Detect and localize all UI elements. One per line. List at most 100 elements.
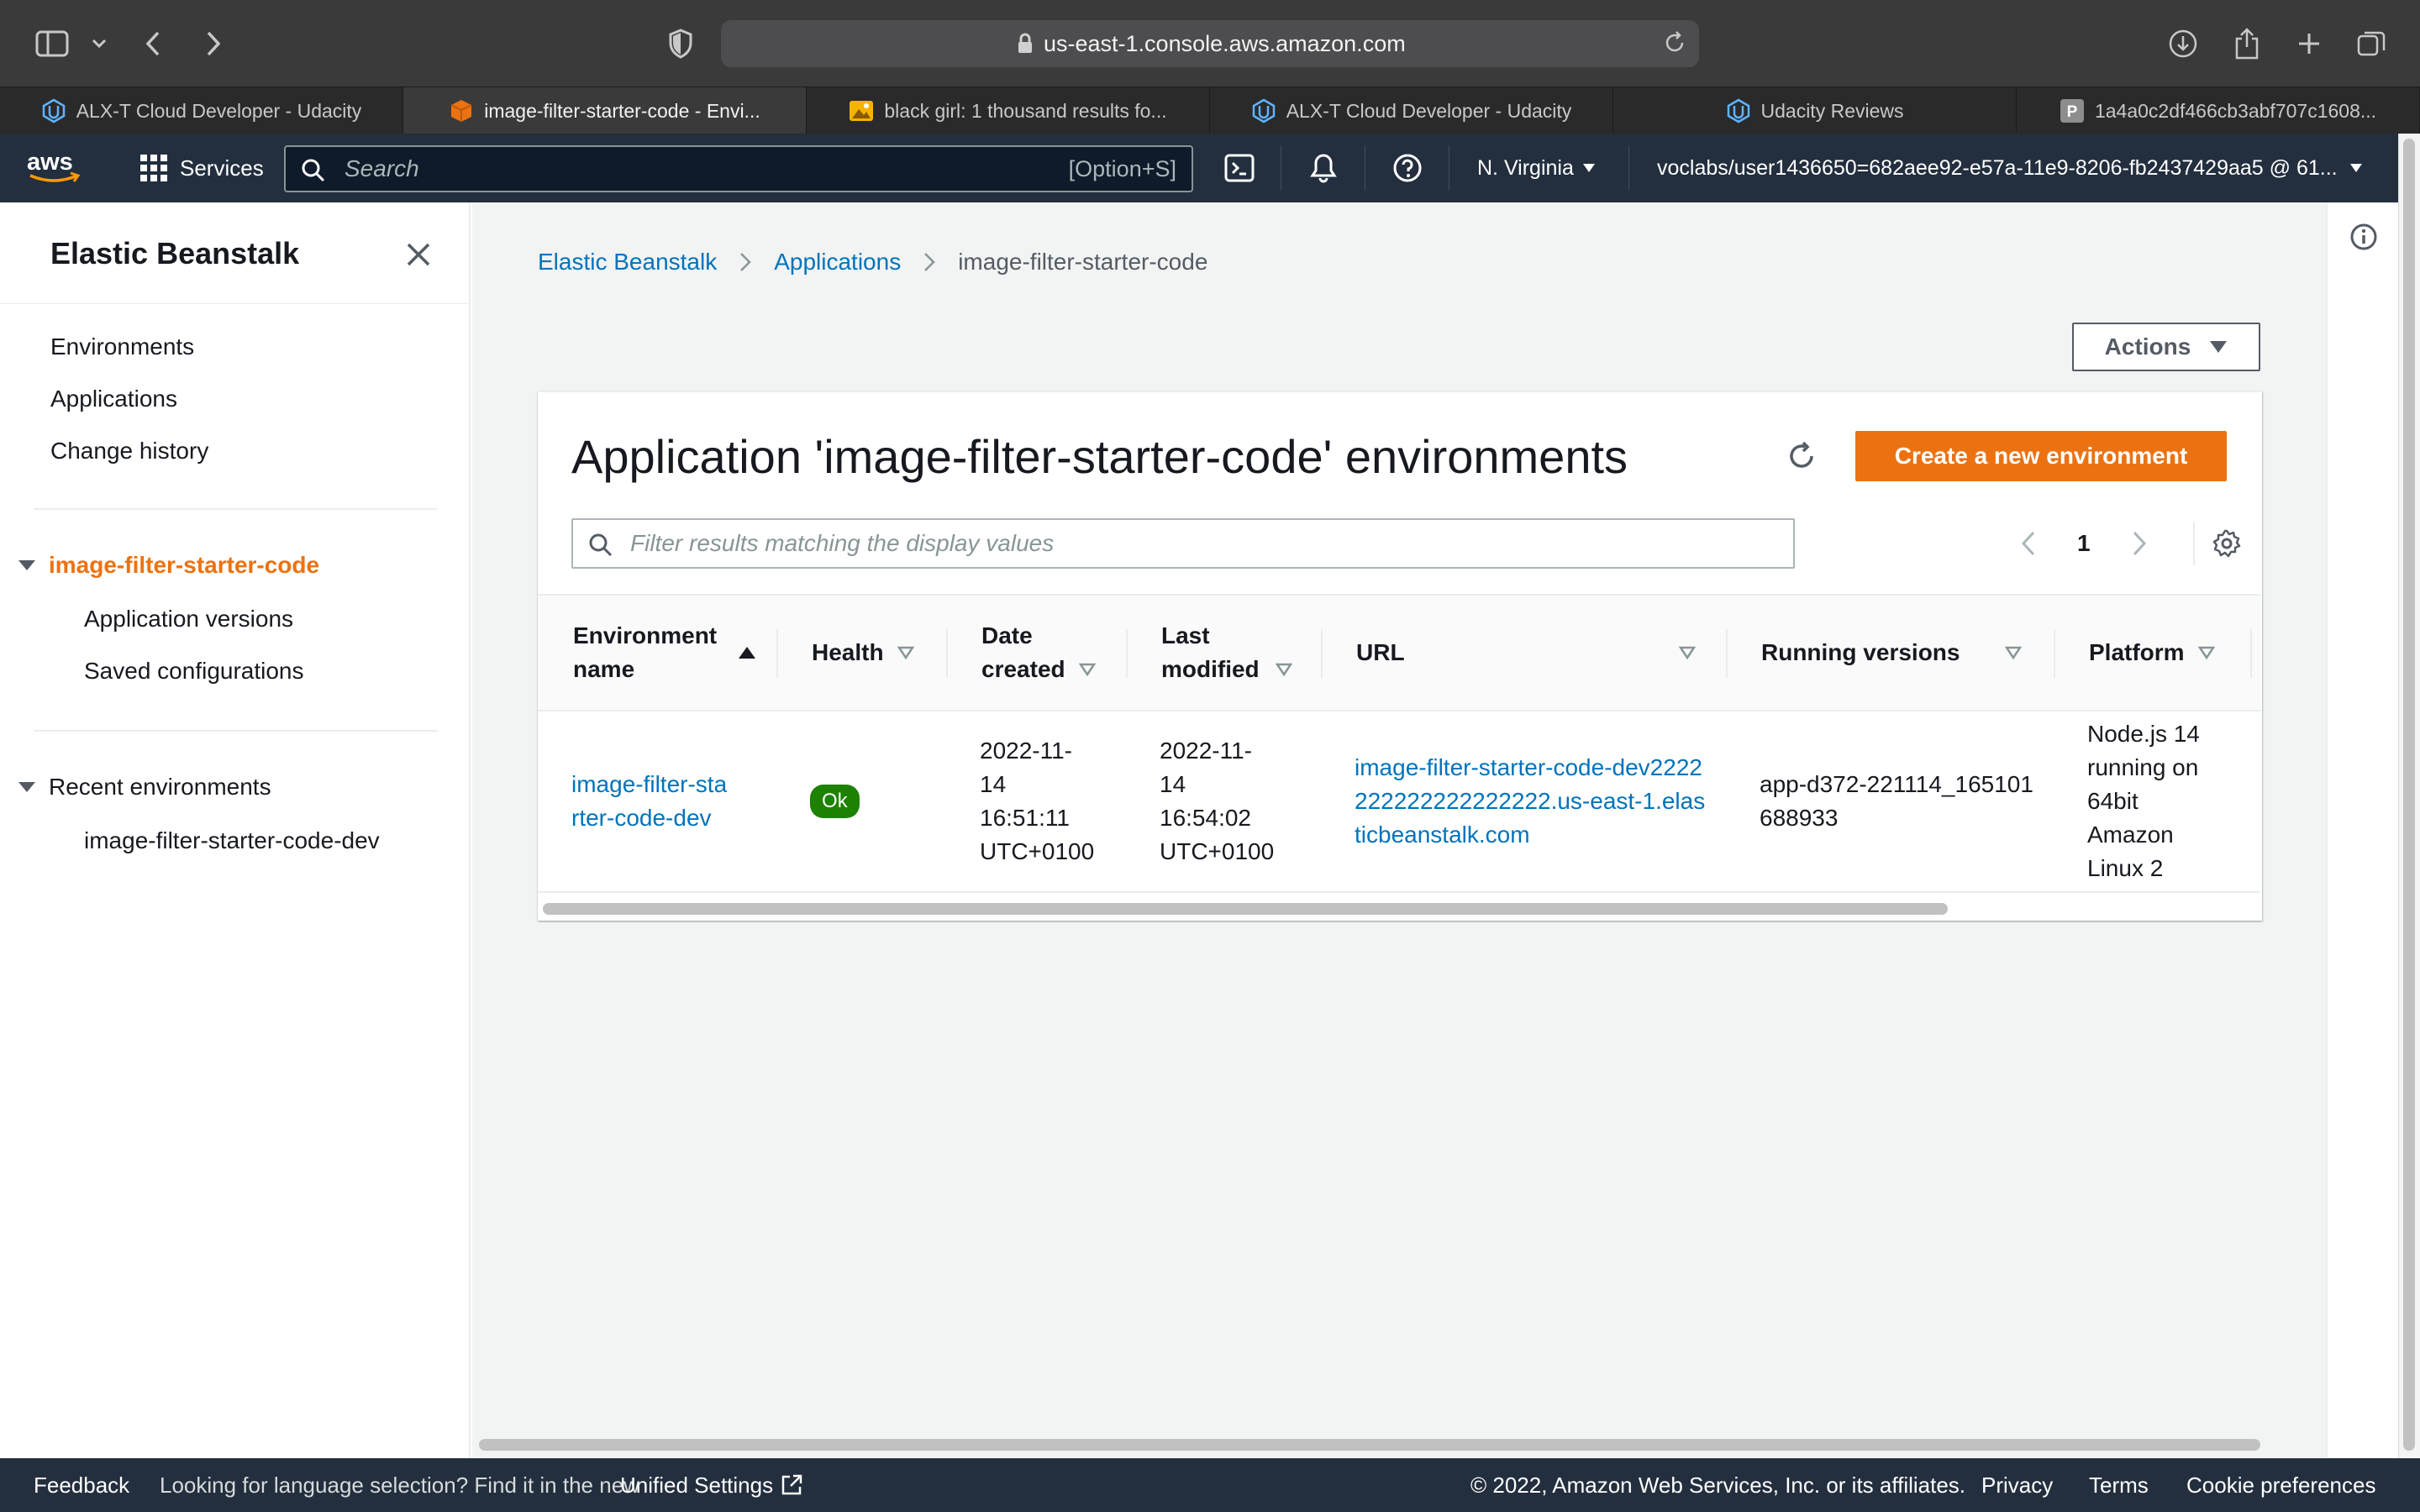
udacity-icon (1726, 98, 1751, 123)
notifications-bell-icon[interactable] (1304, 149, 1343, 187)
environments-table-panel: Application 'image-filter-starter-code' … (538, 391, 2262, 921)
tab-bar: ALX-T Cloud Developer - Udacity image-fi… (0, 87, 2420, 134)
account-menu[interactable]: voclabs/user1436650=682aee92-e57a-11e9-8… (1657, 134, 2363, 202)
table-horizontal-scrollbar[interactable] (538, 891, 2260, 920)
search-input[interactable] (345, 147, 933, 191)
sidebar-item-saved-configurations[interactable]: Saved configurations (84, 658, 304, 685)
breadcrumb-applications[interactable]: Applications (774, 249, 901, 276)
refresh-icon[interactable] (1781, 436, 1822, 476)
services-menu-button[interactable]: Services (139, 134, 264, 202)
scrollbar-thumb[interactable] (2403, 139, 2415, 1451)
external-link-icon (780, 1473, 803, 1497)
browser-tab[interactable]: P 1a4a0c2df466cb3abf707c1608... (2017, 87, 2420, 134)
privacy-shield-icon[interactable] (662, 25, 699, 62)
column-separator (946, 629, 948, 678)
column-header-running-versions[interactable]: Running versions (1761, 596, 2022, 710)
chevron-right-icon[interactable] (2128, 518, 2151, 569)
column-header-platform[interactable]: Platform (2089, 596, 2240, 710)
forward-icon[interactable] (195, 25, 232, 62)
lock-icon (1017, 33, 1034, 55)
cookie-preferences-link[interactable]: Cookie preferences (2186, 1458, 2375, 1512)
sidebar-divider (34, 508, 437, 510)
terms-link[interactable]: Terms (2089, 1458, 2149, 1512)
aws-logo-icon[interactable]: aws (25, 147, 84, 187)
search-shortcut-hint: [Option+S] (1068, 156, 1176, 181)
sort-icon (1079, 663, 1096, 676)
browser-tab[interactable]: black girl: 1 thousand results fo... (807, 87, 1210, 134)
cell-environment-name: image-filter-starter-code-dev (571, 711, 739, 891)
pagination-divider (2193, 522, 2195, 565)
info-icon[interactable] (2349, 223, 2378, 251)
sidebar-item-applications[interactable]: Applications (50, 386, 177, 412)
table-header: Environment name Health Date created Las… (538, 594, 2260, 711)
services-label: Services (180, 155, 264, 181)
downloads-icon[interactable] (2165, 25, 2202, 62)
tab-overview-icon[interactable] (2353, 25, 2390, 62)
region-selector[interactable]: N. Virginia (1477, 134, 1596, 202)
sidebar-header-divider (0, 303, 471, 304)
unified-settings-link[interactable]: Unified Settings (620, 1458, 803, 1512)
browser-tab[interactable]: ALX-T Cloud Developer - Udacity (0, 87, 403, 134)
feedback-link[interactable]: Feedback (34, 1458, 129, 1512)
caret-down-icon (17, 559, 37, 572)
chevron-down-icon[interactable] (81, 25, 118, 62)
back-icon[interactable] (134, 25, 171, 62)
sidebar-toggle-icon[interactable] (34, 25, 71, 62)
environment-url-link[interactable]: image-filter-starter-code-dev22222222222… (1355, 751, 1707, 852)
column-header-health[interactable]: Health (812, 596, 938, 710)
caret-down-icon (2349, 163, 2363, 173)
actions-dropdown-button[interactable]: Actions (2072, 323, 2260, 371)
page-number[interactable]: 1 (2077, 530, 2091, 557)
image-search-icon (849, 98, 874, 123)
help-icon[interactable] (1388, 149, 1427, 187)
console-search[interactable]: [Option+S] (284, 145, 1193, 192)
browser-tab[interactable]: ALX-T Cloud Developer - Udacity (1210, 87, 1613, 134)
sort-icon (1276, 663, 1292, 676)
sidebar-group-application[interactable]: image-filter-starter-code (17, 552, 319, 579)
column-separator (1726, 629, 1728, 678)
privacy-link[interactable]: Privacy (1981, 1458, 2053, 1512)
browser-tab[interactable]: Udacity Reviews (1613, 87, 2017, 134)
address-bar[interactable]: us-east-1.console.aws.amazon.com (721, 20, 1699, 67)
cell-date-created: 2022-11-14 16:51:11 UTC+0100 (980, 738, 1095, 864)
main-horizontal-scrollbar[interactable] (472, 1431, 2326, 1458)
column-header-last-modified[interactable]: Last modified (1161, 596, 1313, 710)
caret-down-icon (17, 780, 37, 794)
scrollbar-thumb[interactable] (479, 1439, 2260, 1451)
scrollbar-thumb[interactable] (543, 903, 1948, 915)
column-header-url[interactable]: URL (1356, 596, 1696, 710)
page-vertical-scrollbar[interactable] (2398, 134, 2420, 1458)
status-badge: Ok (810, 785, 860, 818)
filter-input[interactable] (630, 520, 1773, 567)
chevron-left-icon[interactable] (2017, 518, 2040, 569)
create-environment-button[interactable]: Create a new environment (1855, 431, 2227, 481)
column-header-environment-name[interactable]: Environment name (573, 596, 766, 710)
sidebar-item-change-history[interactable]: Change history (50, 438, 208, 465)
environment-link[interactable]: image-filter-starter-code-dev (571, 768, 731, 835)
sidebar-title: Elastic Beanstalk (50, 236, 300, 270)
side-navigation: Elastic Beanstalk Environments Applicati… (0, 202, 471, 1458)
share-icon[interactable] (2228, 25, 2265, 62)
sidebar-item-environments[interactable]: Environments (50, 333, 194, 360)
gear-icon[interactable] (2208, 525, 2245, 562)
sidebar-item-recent-environment[interactable]: image-filter-starter-code-dev (84, 827, 380, 854)
sort-ascending-icon (738, 645, 756, 660)
close-icon[interactable] (402, 238, 435, 271)
filter-field[interactable] (571, 518, 1795, 569)
caret-down-icon (1582, 163, 1596, 173)
sort-icon (2005, 646, 2022, 659)
sidebar-item-application-versions[interactable]: Application versions (84, 606, 293, 633)
sidebar-group-recent-environments[interactable]: Recent environments (17, 774, 271, 801)
svg-text:P: P (2067, 103, 2078, 121)
sidebar-divider (34, 730, 437, 732)
column-header-date-created[interactable]: Date created (981, 596, 1116, 710)
aws-top-nav: aws Services [Option+S] N. Virginia vocl… (0, 134, 2420, 202)
udacity-icon (41, 98, 66, 123)
reload-icon[interactable] (1662, 30, 1687, 55)
browser-tab[interactable]: image-filter-starter-code - Envi... (403, 87, 807, 134)
new-tab-icon[interactable] (2291, 25, 2328, 62)
language-hint: Looking for language selection? Find it … (160, 1473, 639, 1498)
cloudshell-icon[interactable] (1220, 149, 1259, 187)
breadcrumb-elastic-beanstalk[interactable]: Elastic Beanstalk (538, 249, 717, 276)
browser-toolbar: us-east-1.console.aws.amazon.com (0, 0, 2420, 87)
